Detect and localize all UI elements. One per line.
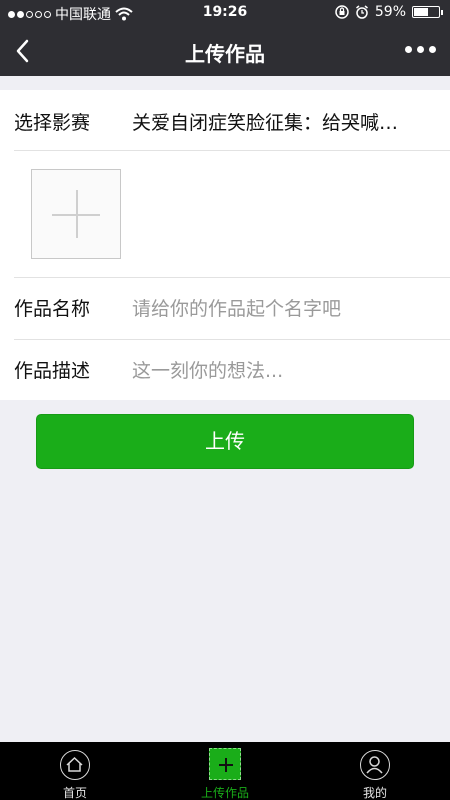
battery-percent: 59% [374, 4, 406, 20]
contest-value[interactable]: 关爱自闭症笑脸征集：给哭喊… [132, 108, 436, 135]
tab-me[interactable]: 我的 [300, 742, 450, 800]
status-bar: 中国联通 19:26 59% [0, 0, 450, 26]
battery-icon [412, 6, 443, 18]
tab-label: 上传作品 [200, 786, 249, 800]
user-icon [360, 750, 390, 780]
work-desc-label: 作品描述 [14, 360, 91, 382]
alarm-icon [355, 5, 368, 19]
contest-label: 选择影赛 [14, 112, 91, 134]
tab-home[interactable]: 首页 [0, 742, 150, 800]
divider [14, 150, 450, 151]
status-right: 59% [335, 4, 443, 20]
tab-label: 首页 [62, 786, 87, 800]
work-name-input[interactable]: 请给你的作品起个名字吧 [132, 294, 436, 321]
upload-button[interactable]: 上传 [36, 414, 414, 469]
more-dot [405, 46, 412, 53]
add-photo-button[interactable] [31, 169, 121, 259]
more-icon[interactable] [405, 46, 436, 53]
nav-bar: 上传作品 [0, 26, 450, 76]
tab-label: 我的 [362, 786, 387, 800]
work-name-row: 作品名称 请给你的作品起个名字吧 [0, 278, 450, 338]
plus-icon [76, 190, 78, 238]
contest-select-row[interactable]: 选择影赛 关爱自闭症笑脸征集：给哭喊… [0, 90, 450, 150]
upload-work-screen: 中国联通 19:26 59% 上传作品 选择影赛 关爱自闭症笑脸征集：给哭喊… … [0, 0, 450, 800]
more-dot [417, 46, 424, 53]
tab-upload[interactable]: 上传作品 [150, 742, 300, 800]
work-name-label: 作品名称 [14, 298, 91, 320]
work-desc-row: 作品描述 这一刻你的想法... [0, 340, 450, 400]
add-icon [209, 748, 241, 780]
upload-form: 选择影赛 关爱自闭症笑脸征集：给哭喊… 作品名称 请给你的作品起个名字吧 作品描… [0, 90, 450, 400]
page-title: 上传作品 [185, 42, 265, 66]
more-dot [429, 46, 436, 53]
work-desc-input[interactable]: 这一刻你的想法... [132, 356, 436, 383]
home-icon [60, 750, 90, 780]
battery-tip [441, 10, 443, 15]
tab-bar: 首页 上传作品 我的 [0, 742, 450, 800]
add-icon-bar [225, 758, 227, 772]
battery-fill [414, 8, 429, 16]
rotation-lock-icon [335, 5, 349, 19]
